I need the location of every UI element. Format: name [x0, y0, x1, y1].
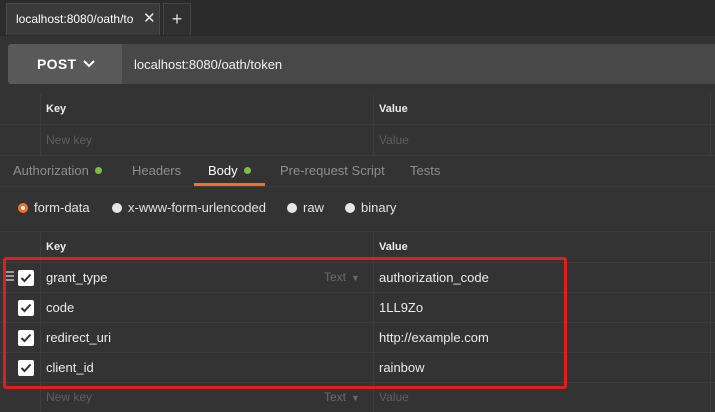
- params-new-row: New key Value: [0, 125, 715, 156]
- row-key-input[interactable]: code: [40, 292, 374, 322]
- row-checkbox[interactable]: [18, 330, 34, 346]
- active-indicator-dot: [243, 167, 251, 174]
- chevron-down-icon: [83, 60, 95, 68]
- type-dropdown[interactable]: Text ▼: [324, 270, 360, 284]
- plus-icon: +: [171, 9, 183, 29]
- row-key-input[interactable]: grant_type Text ▼: [40, 262, 374, 292]
- radio-raw[interactable]: raw: [287, 200, 324, 215]
- row-value-input[interactable]: authorization_code: [373, 262, 711, 292]
- type-dropdown[interactable]: Text ▼: [324, 390, 360, 404]
- tab-title: localhost:8080/oath/token: [16, 12, 134, 26]
- params-key-header: Key: [46, 103, 67, 115]
- row-key-input[interactable]: redirect_uri: [40, 322, 374, 352]
- close-tab-icon[interactable]: ✕: [143, 10, 156, 28]
- form-value-header: Value: [379, 241, 408, 253]
- form-key-header: Key: [46, 241, 67, 253]
- body-type-selector: form-data x-www-form-urlencoded raw bina…: [0, 188, 715, 228]
- checkmark-icon: [20, 303, 32, 313]
- row-value-input[interactable]: 1LL9Zo: [373, 292, 711, 322]
- radio-selected-icon: [18, 203, 28, 213]
- radio-x-www-form-urlencoded[interactable]: x-www-form-urlencoded: [112, 200, 266, 215]
- checkmark-icon: [20, 333, 32, 343]
- params-header-row: Key Value: [0, 94, 715, 125]
- url-input[interactable]: localhost:8080/oath/token: [122, 44, 715, 84]
- checkmark-icon: [20, 273, 32, 283]
- method-dropdown[interactable]: POST: [8, 44, 122, 84]
- row-key-input[interactable]: client_id: [40, 352, 374, 382]
- radio-binary[interactable]: binary: [345, 200, 396, 215]
- radio-icon: [345, 203, 355, 213]
- row-value-input[interactable]: rainbow: [373, 352, 711, 382]
- tab-strip: localhost:8080/oath/token ✕ +: [0, 0, 715, 37]
- url-text: localhost:8080/oath/token: [134, 57, 283, 72]
- caret-down-icon: ▼: [351, 273, 360, 283]
- tab-pre-request-script[interactable]: Pre-request Script: [280, 163, 385, 178]
- new-tab-button[interactable]: +: [163, 3, 191, 35]
- radio-form-data[interactable]: form-data: [18, 200, 90, 215]
- drag-handle-icon[interactable]: [5, 271, 14, 282]
- tab-body[interactable]: Body: [208, 163, 251, 178]
- request-subtabs: Authorization Headers Body Pre-request S…: [0, 155, 715, 187]
- row-checkbox[interactable]: [18, 300, 34, 316]
- table-row: grant_type Text ▼ authorization_code: [0, 262, 715, 293]
- row-checkbox[interactable]: [18, 270, 34, 286]
- params-value-header: Value: [379, 103, 408, 115]
- active-tab-underline: [194, 183, 265, 186]
- caret-down-icon: ▼: [351, 393, 360, 403]
- table-row: redirect_uri http://example.com: [0, 322, 715, 353]
- radio-icon: [287, 203, 297, 213]
- params-new-key-input[interactable]: New key: [40, 125, 374, 155]
- table-row: client_id rainbow: [0, 352, 715, 383]
- request-tab[interactable]: localhost:8080/oath/token ✕: [6, 3, 160, 35]
- row-checkbox[interactable]: [18, 360, 34, 376]
- params-new-value-input[interactable]: Value: [373, 125, 711, 155]
- form-header-row: Key Value: [0, 231, 715, 263]
- table-row: code 1LL9Zo: [0, 292, 715, 323]
- checkmark-icon: [20, 363, 32, 373]
- row-value-input[interactable]: http://example.com: [373, 322, 711, 352]
- method-label: POST: [37, 56, 77, 72]
- tab-headers[interactable]: Headers: [132, 163, 181, 178]
- radio-icon: [112, 203, 122, 213]
- tab-authorization[interactable]: Authorization: [13, 163, 102, 178]
- request-bar: POST localhost:8080/oath/token: [0, 36, 715, 94]
- tab-tests[interactable]: Tests: [410, 163, 440, 178]
- active-indicator-dot: [94, 167, 102, 174]
